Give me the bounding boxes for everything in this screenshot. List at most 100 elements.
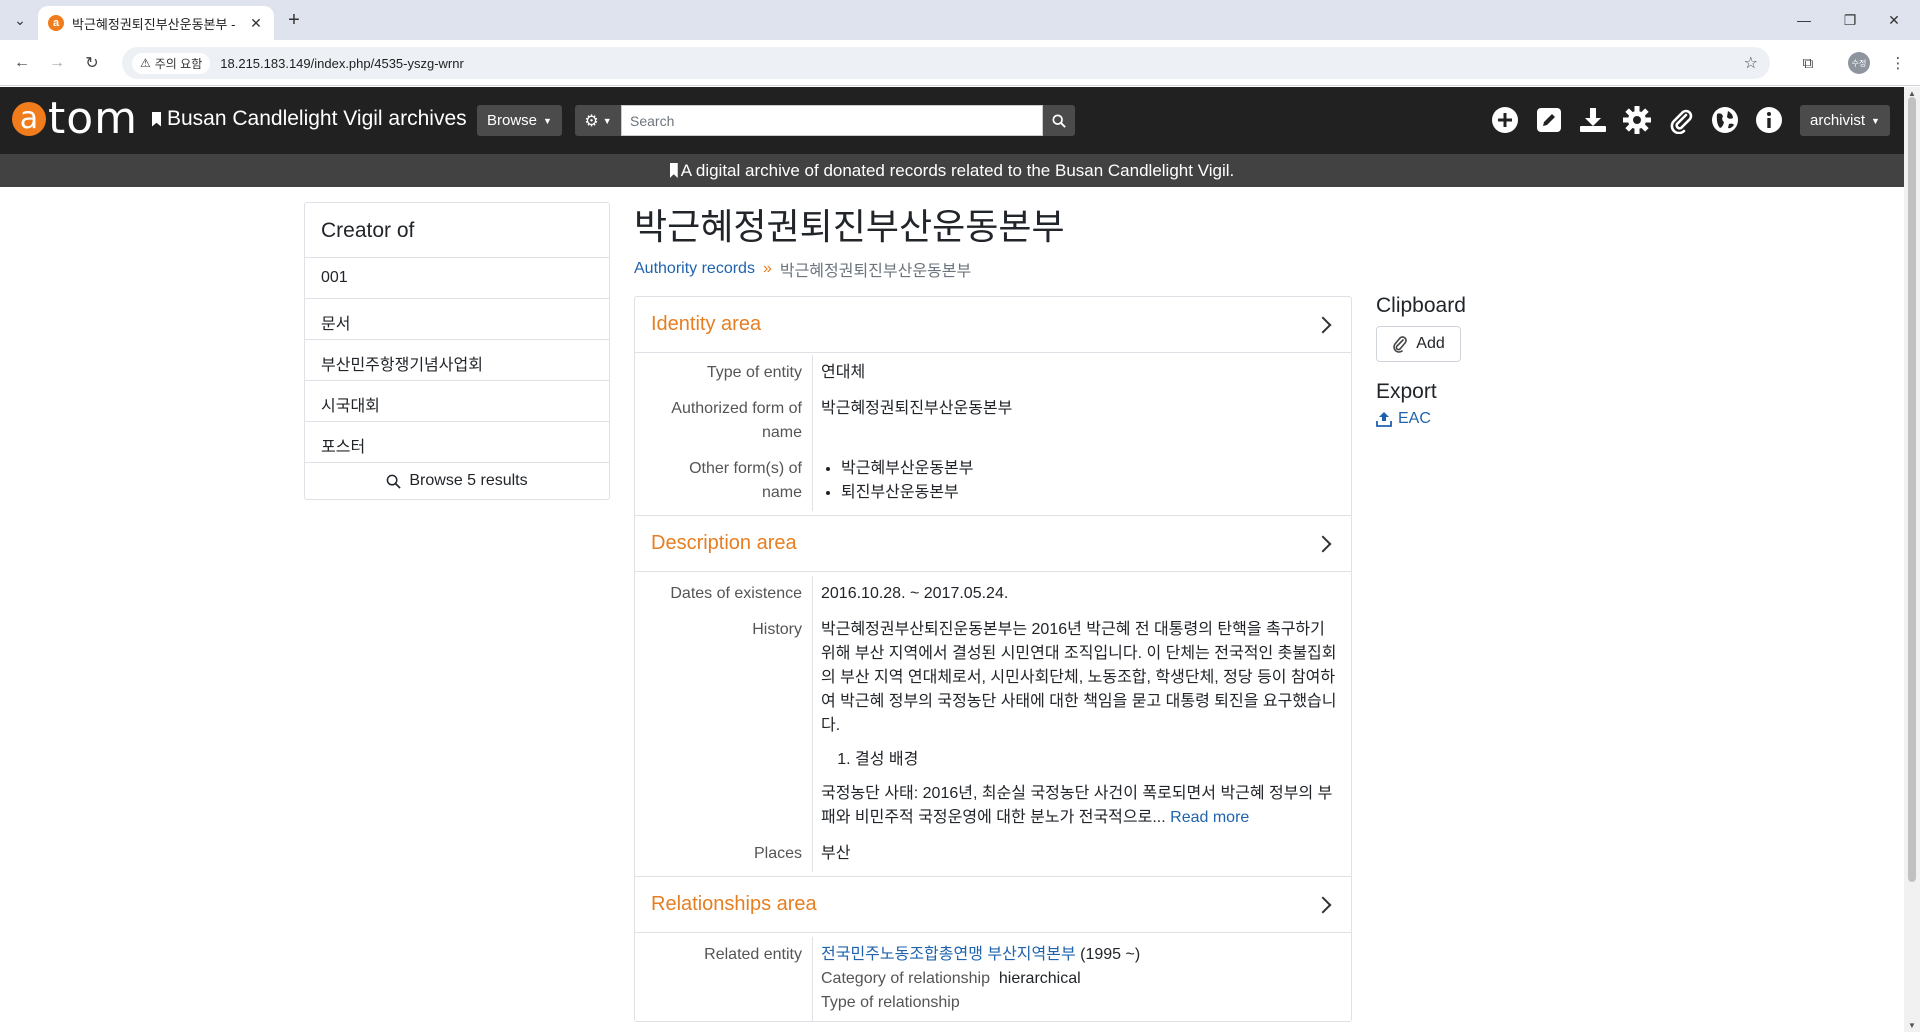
field-label: Related entity <box>635 937 813 1021</box>
tab-title: 박근혜정권퇴진부산운동본부 - <box>72 16 236 32</box>
identity-area-header[interactable]: Identity area <box>635 297 1351 353</box>
atom-favicon-icon: a <box>48 15 64 31</box>
related-dates: (1995 ~) <box>1080 946 1141 963</box>
chevron-right-icon <box>1314 535 1332 552</box>
scroll-down-icon[interactable]: ▼ <box>1907 1021 1917 1030</box>
relationships-fields: Related entity 전국민주노동조합총연맹 부산지역본부 (1995 … <box>635 933 1351 1021</box>
history-paragraph: 국정농단 사태: 2016년, 최순실 국정농단 사건이 폭로되면서 박근혜 정… <box>821 785 1333 826</box>
paperclip-icon <box>1393 336 1408 353</box>
sidebar-title: Creator of <box>305 203 609 258</box>
restore-icon[interactable]: ❐ <box>1838 8 1862 32</box>
language-globe-icon[interactable] <box>1710 105 1740 135</box>
history-paragraph: 박근혜정권부산퇴진운동본부는 2016년 박근혜 전 대통령의 탄핵을 촉구하기… <box>821 621 1337 734</box>
list-item: 결성 배경 <box>855 748 1343 772</box>
profile-avatar[interactable]: 수정 <box>1848 52 1870 74</box>
page-title: 박근혜정권퇴진부산운동본부 <box>634 206 1065 247</box>
scroll-thumb[interactable] <box>1908 97 1916 882</box>
list-item: 퇴진부산운동본부 <box>841 481 1343 505</box>
category-value: hierarchical <box>998 970 1081 987</box>
field-value: 박근혜정권부산퇴진운동본부는 2016년 박근혜 전 대통령의 탄핵을 촉구하기… <box>813 612 1351 836</box>
export-eac-link[interactable]: EAC <box>1376 410 1576 428</box>
identity-fields: Type of entity 연대체 Authorized form of na… <box>635 353 1351 516</box>
field-value: 2016.10.28. ~ 2017.05.24. <box>821 585 1009 602</box>
field-label: Other form(s) of name <box>635 451 813 511</box>
url-text: 18.215.183.149/index.php/4535-yszg-wrnr <box>220 55 464 71</box>
breadcrumb: Authority records » 박근혜정권퇴진부산운동본부 <box>634 257 971 281</box>
browse-results-link[interactable]: Browse 5 results <box>305 463 609 499</box>
tab-close-icon[interactable]: ✕ <box>248 15 264 32</box>
list-item: 박근혜부산운동본부 <box>841 457 1343 481</box>
browse-menu-button[interactable]: Browse ▼ <box>477 105 562 136</box>
bookmark-icon <box>669 163 678 178</box>
creator-of-sidebar: Creator of 001 문서 부산민주항쟁기념사업회 시국대회 포스터 B… <box>304 202 610 500</box>
type-relationship-label: Type of relationship <box>821 994 960 1011</box>
field-label: Authorized form of name <box>635 391 813 451</box>
field-label: Places <box>635 836 813 872</box>
sidebar-item[interactable]: 문서 <box>305 299 609 340</box>
bookmark-icon <box>152 111 161 127</box>
read-more-link[interactable]: Read more <box>1170 809 1249 826</box>
reload-icon[interactable]: ↻ <box>80 51 104 75</box>
info-icon[interactable] <box>1754 105 1784 135</box>
sidebar-item[interactable]: 시국대회 <box>305 381 609 422</box>
authority-record-content: Identity area Type of entity 연대체 Authori… <box>634 296 1352 1022</box>
browser-menu-icon[interactable]: ⋮ <box>1886 51 1910 75</box>
page-scrollbar[interactable]: ▲ ▼ <box>1904 87 1920 1032</box>
breadcrumb-authority-records-link[interactable]: Authority records <box>634 260 755 278</box>
atom-logo[interactable]: a tom <box>12 97 138 141</box>
minimize-icon[interactable]: — <box>1792 8 1816 32</box>
site-header: a tom Busan Candlelight Vigil archives B… <box>0 87 1904 154</box>
back-icon[interactable]: ← <box>10 51 34 75</box>
search-submit-button[interactable] <box>1043 105 1075 136</box>
browser-tabbar: ⌄ a 박근혜정권퇴진부산운동본부 - ✕ + — ❐ ✕ <box>0 0 1920 40</box>
add-to-clipboard-button[interactable]: Add <box>1376 326 1461 362</box>
field-value: 박근혜정권퇴진부산운동본부 <box>821 400 1013 417</box>
sidebar-item[interactable]: 001 <box>305 258 609 299</box>
site-name-link[interactable]: Busan Candlelight Vigil archives <box>152 107 467 131</box>
window-close-icon[interactable]: ✕ <box>1882 8 1906 32</box>
clipboard-title: Clipboard <box>1376 294 1466 317</box>
caret-down-icon: ▼ <box>1871 115 1880 126</box>
address-bar[interactable]: ⚠ 주의 요함 18.215.183.149/index.php/4535-ysz… <box>122 47 1770 79</box>
user-menu-button[interactable]: archivist ▼ <box>1800 105 1890 136</box>
caret-down-icon: ▼ <box>543 115 552 126</box>
related-entity-link[interactable]: 전국민주노동조합총연맹 부산지역본부 <box>821 946 1076 963</box>
field-value: 전국민주노동조합총연맹 부산지역본부 (1995 ~) Category of … <box>813 937 1351 1021</box>
search-icon <box>1052 113 1066 128</box>
warning-icon: ⚠ <box>140 56 151 70</box>
sidebar-item[interactable]: 포스터 <box>305 422 609 463</box>
category-label: Category of relationship <box>821 970 990 987</box>
security-warning-chip[interactable]: ⚠ 주의 요함 <box>132 52 211 74</box>
logo-a: a <box>12 102 46 136</box>
description-area-header[interactable]: Description area <box>635 516 1351 572</box>
forward-icon[interactable]: → <box>45 51 69 75</box>
field-value: 연대체 <box>821 364 866 381</box>
extensions-icon[interactable]: ⧉ <box>1796 51 1820 75</box>
new-tab-icon[interactable]: + <box>282 8 306 32</box>
chevron-right-icon <box>1314 896 1332 913</box>
edit-icon[interactable] <box>1534 105 1564 135</box>
add-icon[interactable] <box>1490 105 1520 135</box>
browser-toolbar: ← → ↻ ⚠ 주의 요함 18.215.183.149/index.php/45… <box>0 40 1920 86</box>
breadcrumb-current: 박근혜정권퇴진부산운동본부 <box>779 263 972 280</box>
sidebar-item[interactable]: 부산민주항쟁기념사업회 <box>305 340 609 381</box>
relationships-area-header[interactable]: Relationships area <box>635 877 1351 933</box>
clipboard-paperclip-icon[interactable] <box>1666 105 1696 135</box>
field-value: 박근혜부산운동본부 퇴진부산운동본부 <box>813 451 1351 511</box>
admin-gear-icon[interactable] <box>1622 105 1652 135</box>
logo-text: tom <box>48 93 139 144</box>
bookmark-star-icon[interactable]: ☆ <box>1744 53 1758 73</box>
field-value: 부산 <box>821 845 851 862</box>
search-options-button[interactable]: ⚙ ▼ <box>575 105 621 136</box>
breadcrumb-separator: » <box>762 260 772 277</box>
caret-down-icon: ▼ <box>602 115 612 126</box>
import-download-icon[interactable] <box>1578 105 1608 135</box>
search-icon <box>387 474 402 489</box>
upload-icon <box>1376 412 1392 427</box>
right-context-menu: Clipboard Add Export EAC <box>1376 294 1576 428</box>
browser-tab[interactable]: a 박근혜정권퇴진부산운동본부 - ✕ <box>38 6 274 40</box>
gear-icon: ⚙ <box>584 112 599 130</box>
search-input[interactable] <box>621 105 1043 136</box>
chevron-right-icon <box>1314 316 1332 333</box>
tab-list-icon[interactable]: ⌄ <box>8 8 32 32</box>
